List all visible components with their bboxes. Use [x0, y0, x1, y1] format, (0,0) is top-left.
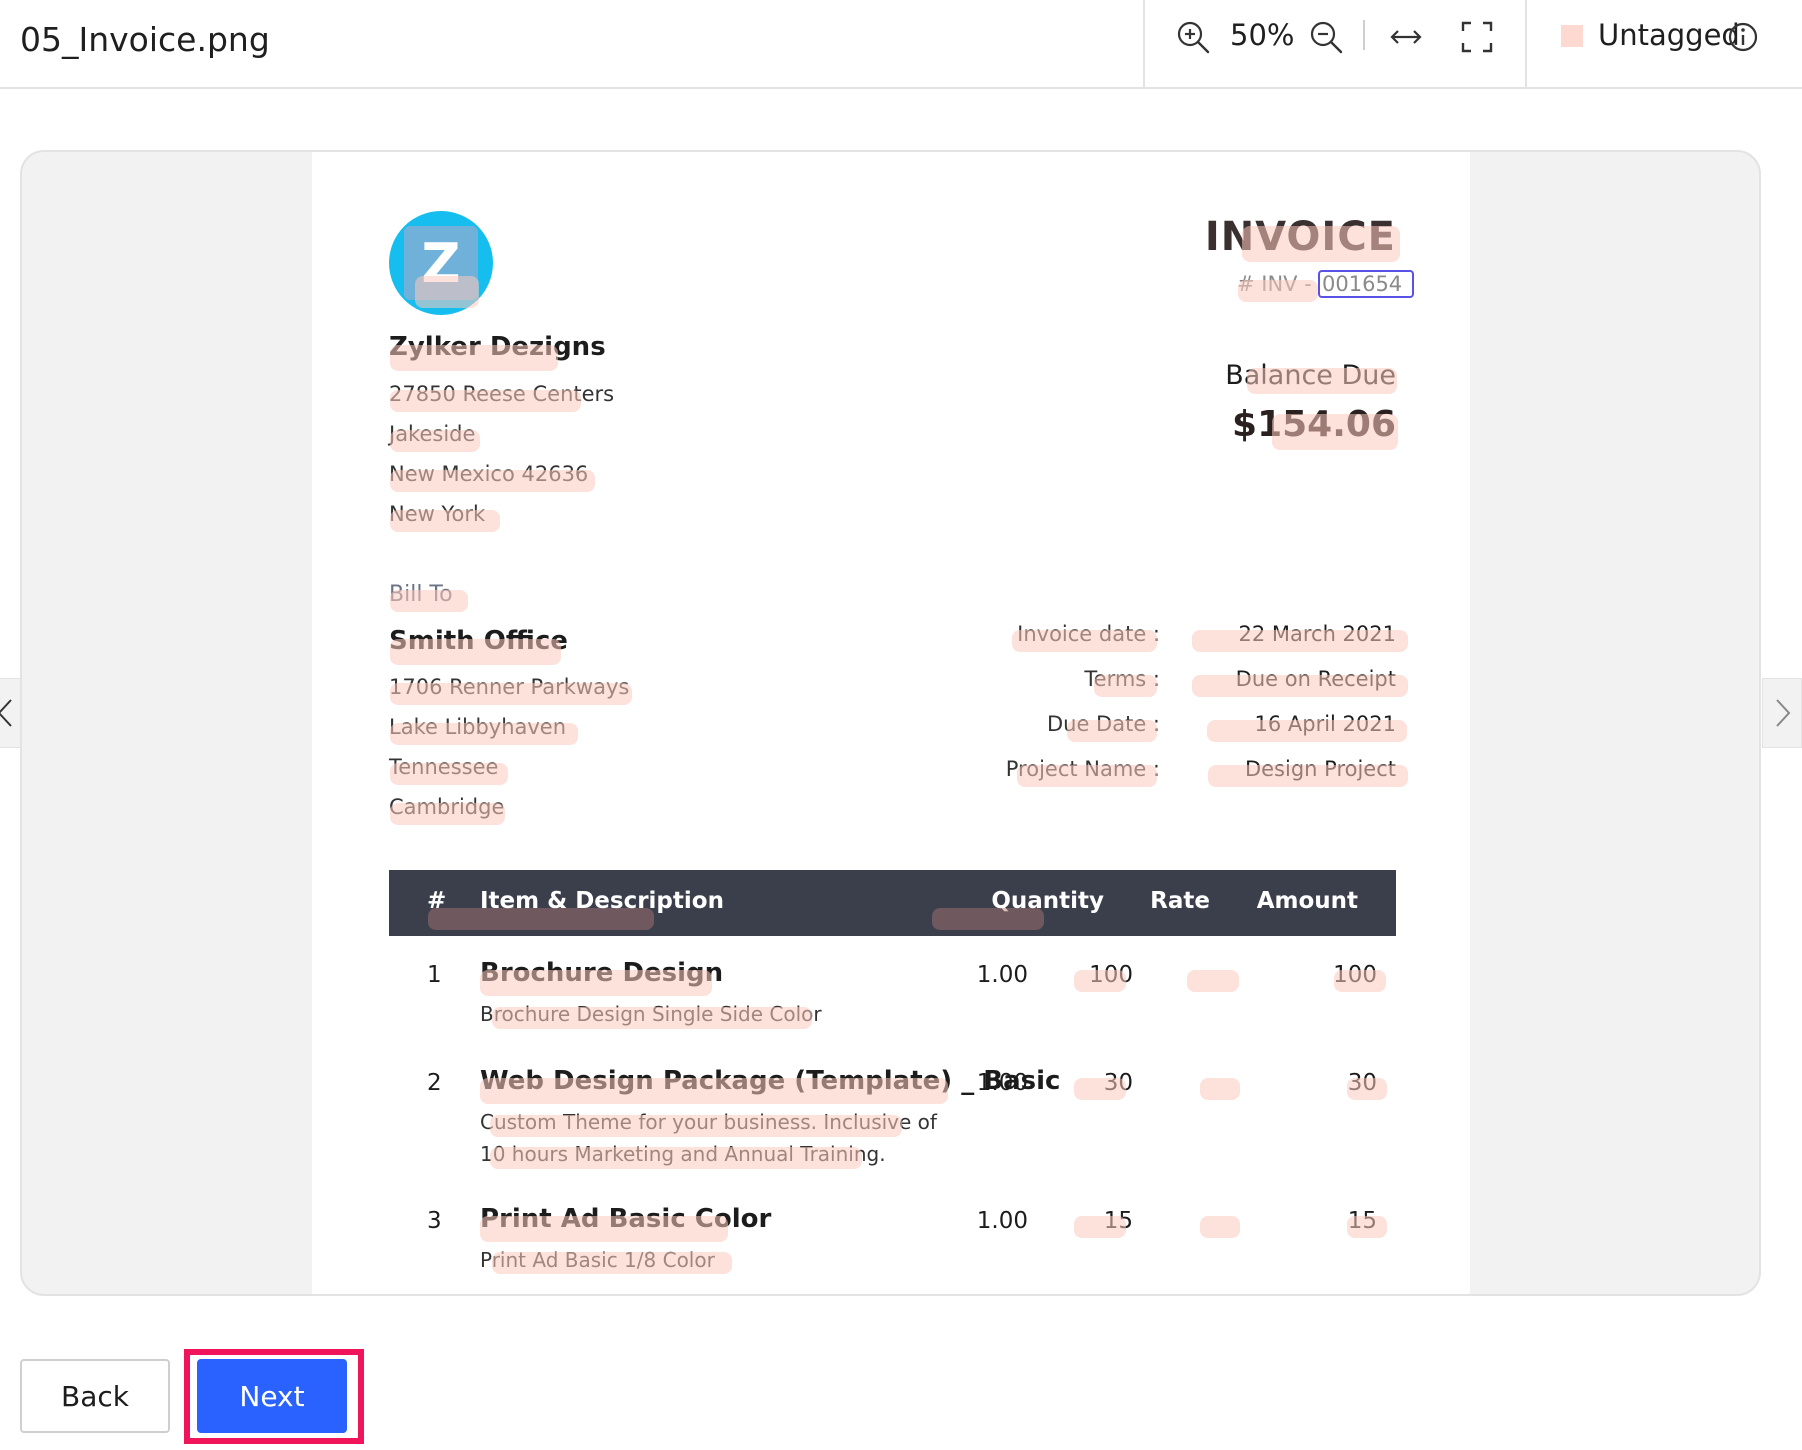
- terms-value: Due on Receipt: [1235, 667, 1396, 691]
- bill-to-label: Bill To: [389, 582, 453, 607]
- logo-letter: Z: [404, 226, 478, 300]
- fit-width-icon: [1390, 30, 1422, 44]
- document-viewer[interactable]: Z Zylker Dezigns 27850 Reese Centers Jak…: [20, 150, 1761, 1296]
- terms-label: Terms :: [1084, 667, 1160, 691]
- chevron-left-icon: [0, 699, 12, 727]
- back-button[interactable]: Back: [20, 1359, 170, 1433]
- item-description: Custom Theme for your business. Inclusiv…: [480, 1110, 937, 1134]
- column-number-header: #: [427, 888, 447, 914]
- next-page-button[interactable]: [1762, 678, 1802, 748]
- company-address-line: 27850 Reese Centers: [389, 382, 615, 406]
- company-logo: Z: [389, 211, 493, 315]
- item-rate: 15: [1103, 1208, 1133, 1234]
- client-address-line: Lake Libbyhaven: [389, 715, 567, 739]
- next-button[interactable]: Next: [197, 1359, 347, 1433]
- column-rate-header: Rate: [1150, 888, 1210, 914]
- zoom-level: 50%: [1230, 18, 1295, 52]
- invoice-page: Z Zylker Dezigns 27850 Reese Centers Jak…: [312, 152, 1470, 1294]
- balance-due-amount: $154.06: [1232, 404, 1396, 445]
- item-name: Web Design Package (Template) _ Basic: [480, 1066, 1061, 1096]
- item-amount: 30: [1347, 1070, 1377, 1096]
- zoom-out-button[interactable]: [1306, 17, 1346, 57]
- invoice-title: INVOICE: [1204, 214, 1396, 260]
- company-name: Zylker Dezigns: [389, 332, 606, 362]
- project-name-label: Project Name :: [1005, 757, 1160, 781]
- item-rate: 100: [1089, 962, 1133, 988]
- toolbar-divider-small: [1363, 20, 1365, 50]
- item-number: 3: [427, 1208, 442, 1234]
- zoom-in-button[interactable]: [1173, 17, 1213, 57]
- item-description: 10 hours Marketing and Annual Training.: [480, 1142, 886, 1166]
- due-date-value: 16 April 2021: [1254, 712, 1396, 736]
- invoice-date-label: Invoice date :: [1017, 622, 1160, 646]
- due-date-label: Due Date :: [1046, 712, 1160, 736]
- column-quantity-header: Quantity: [991, 888, 1104, 914]
- company-address-line: New Mexico 42636: [389, 462, 589, 486]
- item-number: 1: [427, 962, 442, 988]
- toolbar-divider: [1525, 0, 1527, 87]
- invoice-date-value: 22 March 2021: [1238, 622, 1396, 646]
- column-amount-header: Amount: [1256, 888, 1358, 914]
- client-name: Smith Office: [389, 626, 568, 656]
- item-description: Print Ad Basic 1/8 Color: [480, 1248, 715, 1272]
- item-quantity: 1.00: [976, 962, 1028, 988]
- top-toolbar: 05_Invoice.png 50% Untagged: [0, 0, 1802, 89]
- zoom-out-icon: [1310, 21, 1343, 54]
- item-quantity: 1.00: [976, 1208, 1028, 1234]
- item-amount: 15: [1347, 1208, 1377, 1234]
- company-address-line: New York: [389, 502, 486, 526]
- item-amount: 100: [1333, 962, 1377, 988]
- client-address-line: Tennessee: [389, 755, 499, 779]
- tag-status[interactable]: Untagged: [1598, 18, 1740, 52]
- balance-due-label: Balance Due: [1225, 360, 1396, 391]
- info-button[interactable]: [1723, 17, 1763, 57]
- company-address-line: Jakeside: [389, 422, 476, 446]
- project-name-value: Design Project: [1244, 757, 1396, 781]
- file-name: 05_Invoice.png: [20, 20, 270, 59]
- item-number: 2: [427, 1070, 442, 1096]
- item-name: Print Ad Basic Color: [480, 1204, 772, 1234]
- invoice-number-field[interactable]: 001654: [1318, 270, 1415, 298]
- column-item-header: Item & Description: [480, 888, 724, 914]
- item-quantity: 1.00: [976, 1070, 1028, 1096]
- fullscreen-icon: [1461, 21, 1493, 53]
- fit-width-button[interactable]: [1386, 17, 1426, 57]
- zoom-in-icon: [1177, 21, 1210, 54]
- item-rate: 30: [1103, 1070, 1133, 1096]
- tag-color-swatch: [1561, 25, 1583, 47]
- invoice-number-prefix: # INV -: [1237, 272, 1312, 296]
- toolbar-divider: [1143, 0, 1145, 87]
- item-name: Brochure Design: [480, 958, 724, 988]
- items-table-header: # Item & Description Quantity Rate Amoun…: [389, 870, 1396, 936]
- info-icon: [1728, 22, 1758, 52]
- chevron-right-icon: [1776, 699, 1791, 727]
- client-address-line: Cambridge: [389, 795, 505, 819]
- item-description: Brochure Design Single Side Color: [480, 1002, 822, 1026]
- fullscreen-button[interactable]: [1457, 17, 1497, 57]
- client-address-line: 1706 Renner Parkways: [389, 675, 630, 699]
